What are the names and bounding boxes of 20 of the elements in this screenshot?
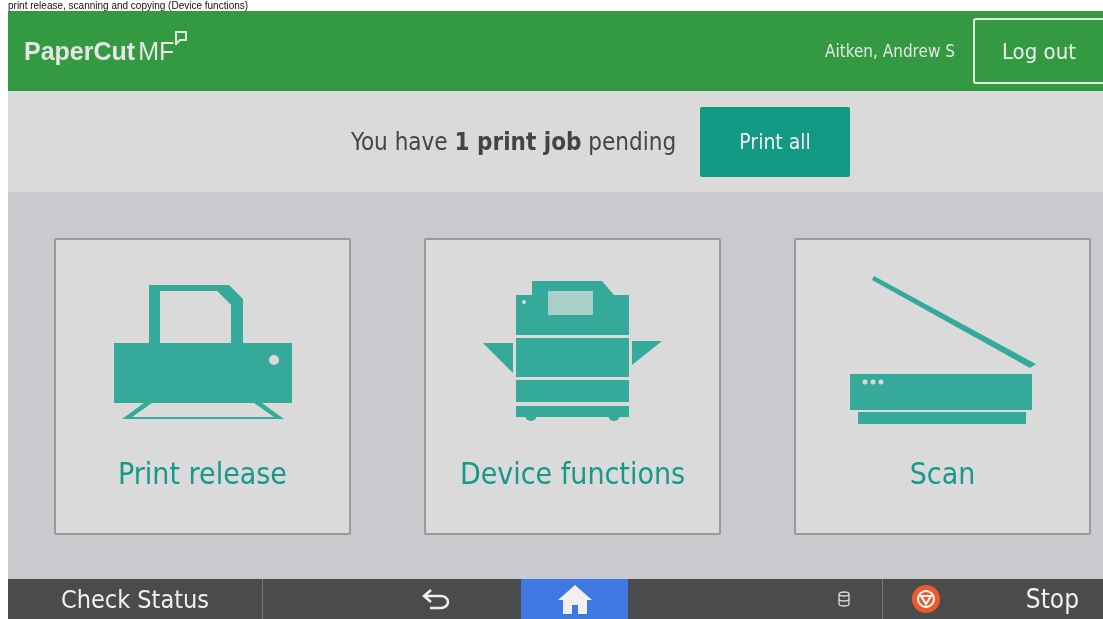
caption-text: print release, scanning and copying (Device functions) [8,0,249,11]
drum-icon [838,591,850,607]
function-tile[interactable]: Device functions [424,238,721,535]
back-arrow-icon [421,588,451,610]
user-name: Aitken, Andrew S [824,41,955,61]
logo-suffix: MF [138,36,175,66]
function-tile[interactable]: Print release [54,238,351,535]
logo-icon [175,30,188,45]
stop-icon [911,584,941,614]
logout-button[interactable]: Log out [973,18,1103,84]
printer-icon [111,283,294,419]
pending-message: You have 1 print job pending [350,127,677,156]
home-button[interactable] [521,579,628,619]
scanner-icon [849,276,1036,426]
logo-text: PaperCut [24,36,136,66]
check-status-button[interactable]: Check Status [8,579,263,619]
copier-icon [482,281,663,421]
print-all-button[interactable]: Print all [700,106,851,177]
stop-label: Stop [1025,584,1079,614]
function-tile[interactable]: Scan [794,238,1091,535]
